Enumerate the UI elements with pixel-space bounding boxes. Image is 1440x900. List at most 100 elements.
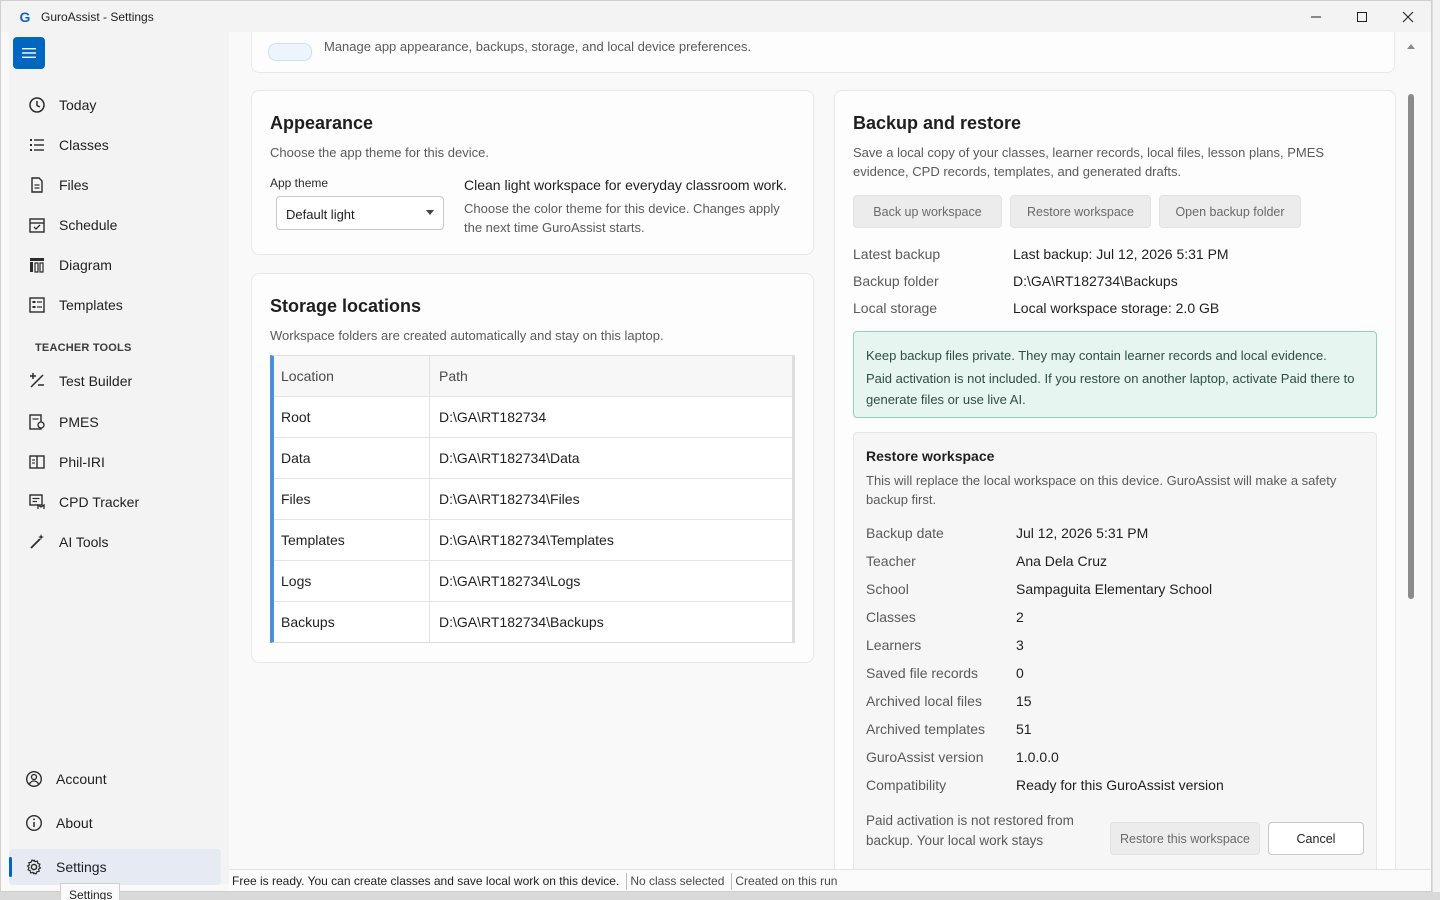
location-cell: Data	[274, 438, 430, 478]
maximize-button[interactable]	[1339, 1, 1385, 32]
file-icon	[27, 175, 47, 195]
local-storage-label: Local storage	[853, 300, 938, 316]
teacher-tools-heading: TEACHER TOOLS	[35, 342, 132, 354]
close-icon	[1402, 11, 1414, 22]
detail-value: 1.0.0.0	[1016, 749, 1059, 765]
path-cell: D:\GA\RT182734\Files	[439, 491, 580, 507]
table-row[interactable]: Templates D:\GA\RT182734\Templates	[274, 519, 792, 560]
notice-line: Keep backup files private. They may cont…	[866, 348, 1327, 363]
appearance-card: Appearance Choose the app theme for this…	[251, 90, 814, 255]
template-icon	[27, 295, 47, 315]
sidebar-item-label: Classes	[59, 137, 109, 153]
theme-note: Choose the color theme for this device. …	[464, 201, 780, 235]
restore-workspace-button[interactable]: Restore workspace	[1010, 195, 1151, 228]
table-row[interactable]: Root D:\GA\RT182734	[274, 396, 792, 437]
sidebar-item-diagram[interactable]: Diagram	[9, 247, 221, 283]
detail-label: Learners	[866, 637, 922, 653]
path-cell: D:\GA\RT182734\Data	[439, 450, 580, 466]
sidebar-item-templates[interactable]: Templates	[9, 287, 221, 323]
backup-folder-label: Backup folder	[853, 273, 939, 289]
sidebar-item-today[interactable]: Today	[9, 87, 221, 123]
menu-toggle-button[interactable]	[13, 37, 45, 69]
sidebar-item-schedule[interactable]: Schedule	[9, 207, 221, 243]
scroll-up-arrow-icon[interactable]	[1407, 44, 1415, 49]
info-icon	[24, 813, 44, 833]
detail-value: Sampaguita Elementary School	[1016, 581, 1213, 597]
status-run: Created on this run	[735, 874, 838, 888]
cancel-button[interactable]: Cancel	[1268, 822, 1364, 855]
close-button[interactable]	[1385, 1, 1431, 32]
diagram-icon	[27, 255, 47, 275]
settings-content: Manage app appearance, backups, storage,…	[229, 32, 1431, 869]
title-bar[interactable]: G GuroAssist - Settings	[1, 1, 1431, 32]
test-builder-icon	[27, 371, 47, 391]
table-row[interactable]: Files D:\GA\RT182734\Files	[274, 478, 792, 519]
path-cell: D:\GA\RT182734\Backups	[439, 614, 604, 630]
location-cell: Templates	[274, 520, 430, 560]
open-backup-folder-button[interactable]: Open backup folder	[1159, 195, 1301, 228]
vertical-scrollbar[interactable]	[1405, 44, 1415, 860]
detail-value: 51	[1016, 721, 1032, 737]
list-icon	[27, 135, 47, 155]
sidebar-item-phil-iri[interactable]: Phil-IRI	[9, 444, 221, 480]
sidebar-item-test-builder[interactable]: Test Builder	[9, 363, 221, 399]
detail-label: Archived templates	[866, 721, 986, 737]
storage-card: Storage locations Workspace folders are …	[251, 273, 814, 663]
minimize-button[interactable]	[1293, 1, 1339, 32]
app-theme-select[interactable]: Default light	[276, 196, 444, 230]
magic-wand-icon	[27, 532, 47, 552]
column-header-path[interactable]: Path	[430, 356, 792, 396]
sidebar-item-classes[interactable]: Classes	[9, 127, 221, 163]
sidebar-item-label: Files	[59, 177, 89, 193]
detail-label: Teacher	[866, 553, 916, 569]
backup-subtitle: Save a local copy of your classes, learn…	[853, 145, 1325, 179]
gear-icon	[24, 857, 44, 877]
detail-value: Ready for this GuroAssist version	[1016, 777, 1224, 793]
app-logo-icon: G	[19, 8, 31, 25]
detail-label: Backup date	[866, 525, 944, 541]
settings-header-card: Manage app appearance, backups, storage,…	[251, 32, 1395, 73]
sidebar-item-label: AI Tools	[59, 534, 109, 550]
storage-subtitle: Workspace folders are created automatica…	[270, 328, 664, 343]
table-row[interactable]: Logs D:\GA\RT182734\Logs	[274, 560, 792, 601]
column-header-location[interactable]: Location	[274, 356, 430, 396]
detail-label: GuroAssist version	[866, 749, 984, 765]
location-cell: Files	[274, 479, 430, 519]
table-row[interactable]: Data D:\GA\RT182734\Data	[274, 437, 792, 478]
sidebar-item-label: Diagram	[59, 257, 112, 273]
storage-table: Location Path Root D:\GA\RT182734 Data D…	[270, 355, 795, 643]
status-class: No class selected	[627, 872, 733, 890]
restore-this-workspace-button[interactable]: Restore this workspace	[1110, 822, 1260, 855]
book-icon	[27, 452, 47, 472]
detail-label: School	[866, 581, 909, 597]
backup-title: Backup and restore	[853, 113, 1022, 133]
sidebar-item-label: Templates	[59, 297, 123, 313]
scroll-thumb[interactable]	[1408, 94, 1414, 599]
table-row[interactable]: Backups D:\GA\RT182734\Backups	[274, 601, 792, 642]
sidebar-item-pmes[interactable]: PMES	[9, 404, 221, 440]
sidebar-item-account[interactable]: Account	[9, 761, 221, 797]
restore-title: Restore workspace	[866, 448, 995, 464]
detail-value: 2	[1016, 609, 1024, 625]
maximize-icon	[1357, 11, 1367, 22]
appearance-subtitle: Choose the app theme for this device.	[270, 145, 489, 160]
background-window-edge	[1432, 0, 1440, 900]
location-cell: Logs	[274, 561, 430, 601]
sidebar-item-ai-tools[interactable]: AI Tools	[9, 524, 221, 560]
sidebar-item-settings[interactable]: Settings	[9, 849, 221, 885]
appearance-title: Appearance	[270, 113, 374, 133]
tracker-icon	[27, 492, 47, 512]
hamburger-icon	[22, 48, 36, 58]
sidebar-item-label: Settings	[56, 859, 107, 875]
app-window: G GuroAssist - Settings Today Classes Fi…	[0, 0, 1432, 892]
back-up-workspace-button[interactable]: Back up workspace	[853, 195, 1002, 228]
sidebar-item-cpd-tracker[interactable]: CPD Tracker	[9, 484, 221, 520]
detail-value: Ana Dela Cruz	[1016, 553, 1108, 569]
sidebar-item-files[interactable]: Files	[9, 167, 221, 203]
restore-workspace-panel: Restore workspace This will replace the …	[853, 432, 1377, 869]
sidebar-item-about[interactable]: About	[9, 805, 221, 841]
chevron-down-icon	[426, 210, 434, 215]
app-theme-label: App theme	[270, 176, 329, 190]
restore-footnote: Paid activation is not restored from bac…	[866, 813, 1074, 855]
table-header: Location Path	[274, 356, 792, 396]
